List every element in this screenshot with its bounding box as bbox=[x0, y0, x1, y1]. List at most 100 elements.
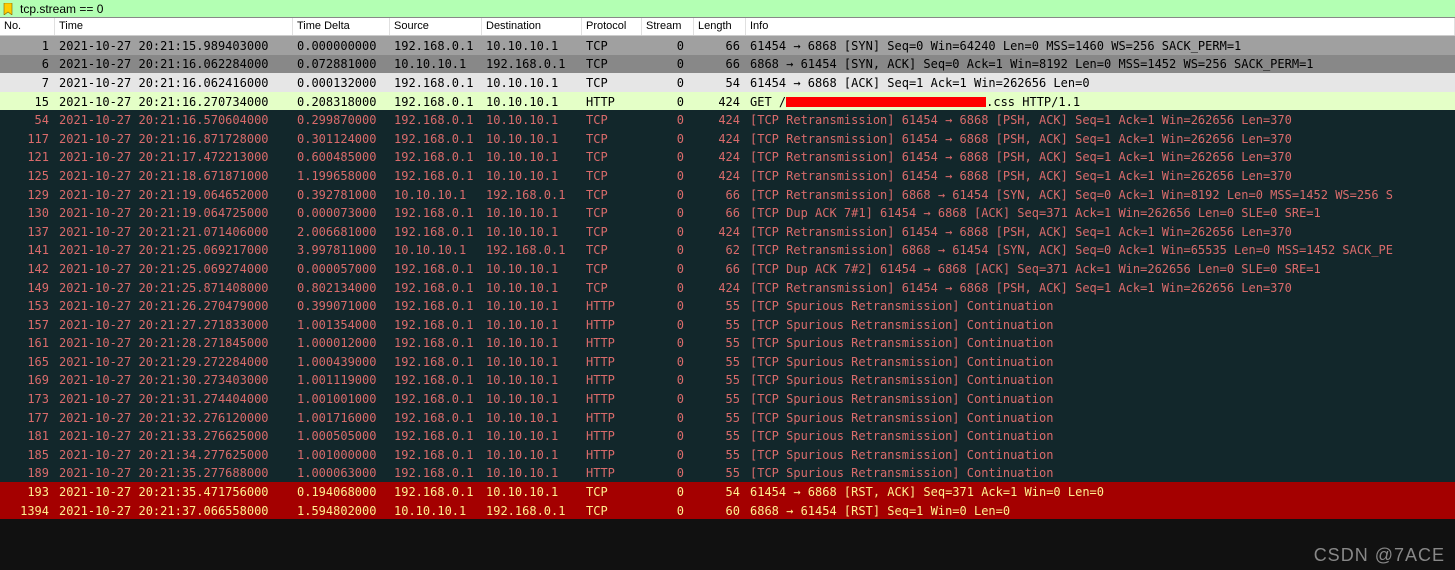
cell-info: [TCP Dup ACK 7#2] 61454 → 6868 [ACK] Seq… bbox=[746, 261, 1455, 276]
cell-time: 2021-10-27 20:21:16.270734000 bbox=[55, 94, 293, 109]
cell-time: 2021-10-27 20:21:19.064652000 bbox=[55, 187, 293, 202]
display-filter-input[interactable] bbox=[20, 2, 1453, 16]
packet-row[interactable]: 13942021-10-27 20:21:37.0665580001.59480… bbox=[0, 501, 1455, 520]
packet-row[interactable]: 1612021-10-27 20:21:28.2718450001.000012… bbox=[0, 334, 1455, 353]
cell-no: 157 bbox=[0, 317, 55, 332]
cell-no: 121 bbox=[0, 149, 55, 164]
cell-protocol: HTTP bbox=[582, 410, 642, 425]
cell-source: 192.168.0.1 bbox=[390, 372, 482, 387]
cell-time: 2021-10-27 20:21:25.871408000 bbox=[55, 280, 293, 295]
cell-destination: 10.10.10.1 bbox=[482, 317, 582, 332]
cell-time: 2021-10-27 20:21:26.270479000 bbox=[55, 298, 293, 313]
cell-source: 192.168.0.1 bbox=[390, 484, 482, 499]
packet-row[interactable]: 1422021-10-27 20:21:25.0692740000.000057… bbox=[0, 259, 1455, 278]
cell-delta: 3.997811000 bbox=[293, 242, 390, 257]
cell-time: 2021-10-27 20:21:30.273403000 bbox=[55, 372, 293, 387]
packet-row[interactable]: 1172021-10-27 20:21:16.8717280000.301124… bbox=[0, 129, 1455, 148]
packet-row[interactable]: 1292021-10-27 20:21:19.0646520000.392781… bbox=[0, 185, 1455, 204]
cell-time: 2021-10-27 20:21:28.271845000 bbox=[55, 335, 293, 350]
cell-protocol: TCP bbox=[582, 112, 642, 127]
cell-no: 125 bbox=[0, 168, 55, 183]
packet-list[interactable]: 12021-10-27 20:21:15.9894030000.00000000… bbox=[0, 36, 1455, 519]
cell-destination: 10.10.10.1 bbox=[482, 149, 582, 164]
packet-row[interactable]: 1212021-10-27 20:21:17.4722130000.600485… bbox=[0, 148, 1455, 167]
packet-row[interactable]: 1572021-10-27 20:21:27.2718330001.001354… bbox=[0, 315, 1455, 334]
cell-protocol: HTTP bbox=[582, 298, 642, 313]
cell-delta: 0.194068000 bbox=[293, 484, 390, 499]
cell-length: 66 bbox=[694, 56, 746, 71]
column-header-delta[interactable]: Time Delta bbox=[293, 18, 390, 35]
packet-row[interactable]: 1772021-10-27 20:21:32.2761200001.001716… bbox=[0, 408, 1455, 427]
cell-delta: 0.301124000 bbox=[293, 131, 390, 146]
cell-destination: 10.10.10.1 bbox=[482, 261, 582, 276]
packet-row[interactable]: 152021-10-27 20:21:16.2707340000.2083180… bbox=[0, 92, 1455, 111]
cell-no: 54 bbox=[0, 112, 55, 127]
cell-source: 192.168.0.1 bbox=[390, 94, 482, 109]
cell-source: 192.168.0.1 bbox=[390, 131, 482, 146]
cell-length: 55 bbox=[694, 428, 746, 443]
cell-protocol: TCP bbox=[582, 149, 642, 164]
cell-source: 192.168.0.1 bbox=[390, 447, 482, 462]
packet-row[interactable]: 62021-10-27 20:21:16.0622840000.07288100… bbox=[0, 55, 1455, 74]
cell-stream: 0 bbox=[642, 261, 694, 276]
packet-row[interactable]: 1892021-10-27 20:21:35.2776880001.000063… bbox=[0, 464, 1455, 483]
cell-time: 2021-10-27 20:21:33.276625000 bbox=[55, 428, 293, 443]
column-header-time[interactable]: Time bbox=[55, 18, 293, 35]
cell-stream: 0 bbox=[642, 94, 694, 109]
packet-row[interactable]: 1852021-10-27 20:21:34.2776250001.001000… bbox=[0, 445, 1455, 464]
packet-row[interactable]: 1732021-10-27 20:21:31.2744040001.001001… bbox=[0, 389, 1455, 408]
packet-row[interactable]: 1812021-10-27 20:21:33.2766250001.000505… bbox=[0, 426, 1455, 445]
display-filter-bar[interactable] bbox=[0, 0, 1455, 18]
cell-length: 55 bbox=[694, 410, 746, 425]
cell-info: [TCP Retransmission] 61454 → 6868 [PSH, … bbox=[746, 112, 1455, 127]
packet-row[interactable]: 542021-10-27 20:21:16.5706040000.2998700… bbox=[0, 110, 1455, 129]
packet-row[interactable]: 1932021-10-27 20:21:35.4717560000.194068… bbox=[0, 482, 1455, 501]
cell-source: 192.168.0.1 bbox=[390, 112, 482, 127]
column-header-stream[interactable]: Stream bbox=[642, 18, 694, 35]
packet-row[interactable]: 1492021-10-27 20:21:25.8714080000.802134… bbox=[0, 278, 1455, 297]
cell-length: 54 bbox=[694, 75, 746, 90]
cell-protocol: HTTP bbox=[582, 428, 642, 443]
cell-protocol: HTTP bbox=[582, 372, 642, 387]
cell-length: 424 bbox=[694, 131, 746, 146]
packet-row[interactable]: 1692021-10-27 20:21:30.2734030001.001119… bbox=[0, 371, 1455, 390]
cell-info: [TCP Retransmission] 61454 → 6868 [PSH, … bbox=[746, 131, 1455, 146]
cell-protocol: TCP bbox=[582, 484, 642, 499]
packet-row[interactable]: 1252021-10-27 20:21:18.6718710001.199658… bbox=[0, 166, 1455, 185]
column-header-length[interactable]: Length bbox=[694, 18, 746, 35]
cell-source: 192.168.0.1 bbox=[390, 391, 482, 406]
cell-time: 2021-10-27 20:21:29.272284000 bbox=[55, 354, 293, 369]
packet-row[interactable]: 1652021-10-27 20:21:29.2722840001.000439… bbox=[0, 352, 1455, 371]
cell-no: 169 bbox=[0, 372, 55, 387]
cell-destination: 192.168.0.1 bbox=[482, 56, 582, 71]
cell-protocol: TCP bbox=[582, 56, 642, 71]
cell-source: 192.168.0.1 bbox=[390, 335, 482, 350]
cell-delta: 2.006681000 bbox=[293, 224, 390, 239]
cell-time: 2021-10-27 20:21:27.271833000 bbox=[55, 317, 293, 332]
packet-row[interactable]: 1372021-10-27 20:21:21.0714060002.006681… bbox=[0, 222, 1455, 241]
cell-length: 55 bbox=[694, 391, 746, 406]
cell-destination: 10.10.10.1 bbox=[482, 410, 582, 425]
cell-protocol: HTTP bbox=[582, 465, 642, 480]
cell-delta: 1.594802000 bbox=[293, 503, 390, 518]
cell-info: [TCP Spurious Retransmission] Continuati… bbox=[746, 428, 1455, 443]
packet-row[interactable]: 12021-10-27 20:21:15.9894030000.00000000… bbox=[0, 36, 1455, 55]
column-header-source[interactable]: Source bbox=[390, 18, 482, 35]
column-header-info[interactable]: Info bbox=[746, 18, 1455, 35]
column-header-no[interactable]: No. bbox=[0, 18, 55, 35]
cell-no: 165 bbox=[0, 354, 55, 369]
cell-info: [TCP Retransmission] 6868 → 61454 [SYN, … bbox=[746, 187, 1455, 202]
column-header-destination[interactable]: Destination bbox=[482, 18, 582, 35]
cell-source: 192.168.0.1 bbox=[390, 205, 482, 220]
cell-time: 2021-10-27 20:21:16.062284000 bbox=[55, 56, 293, 71]
cell-info: [TCP Spurious Retransmission] Continuati… bbox=[746, 391, 1455, 406]
column-header-protocol[interactable]: Protocol bbox=[582, 18, 642, 35]
packet-row[interactable]: 72021-10-27 20:21:16.0624160000.00013200… bbox=[0, 73, 1455, 92]
cell-stream: 0 bbox=[642, 112, 694, 127]
cell-info: 61454 → 6868 [SYN] Seq=0 Win=64240 Len=0… bbox=[746, 38, 1455, 53]
packet-row[interactable]: 1302021-10-27 20:21:19.0647250000.000073… bbox=[0, 203, 1455, 222]
packet-row[interactable]: 1532021-10-27 20:21:26.2704790000.399071… bbox=[0, 296, 1455, 315]
cell-destination: 10.10.10.1 bbox=[482, 75, 582, 90]
cell-no: 15 bbox=[0, 94, 55, 109]
packet-row[interactable]: 1412021-10-27 20:21:25.0692170003.997811… bbox=[0, 241, 1455, 260]
